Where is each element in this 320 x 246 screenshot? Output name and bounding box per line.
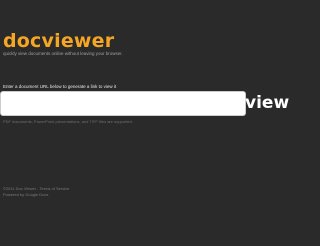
site-logo[interactable]: docviewer — [3, 31, 114, 51]
docviewer-page: docviewer quickly view documents online … — [0, 0, 296, 246]
document-url-input[interactable] — [0, 91, 246, 116]
site-tagline: quickly view documents online without le… — [3, 51, 123, 56]
view-button[interactable]: view — [245, 92, 293, 115]
footer: ©2011 Doc Viewer - Terms of Service Powe… — [3, 186, 69, 198]
copyright-text: ©2011 Doc Viewer — [3, 186, 37, 191]
url-prompt-label: Enter a document URL below to generate a… — [3, 84, 117, 89]
supported-formats-note: PDF documents, PowerPoint presentations,… — [3, 119, 133, 124]
powered-by-text: Powered by Google Docs — [3, 192, 49, 197]
terms-of-service-link[interactable]: Terms of Service — [40, 186, 70, 191]
